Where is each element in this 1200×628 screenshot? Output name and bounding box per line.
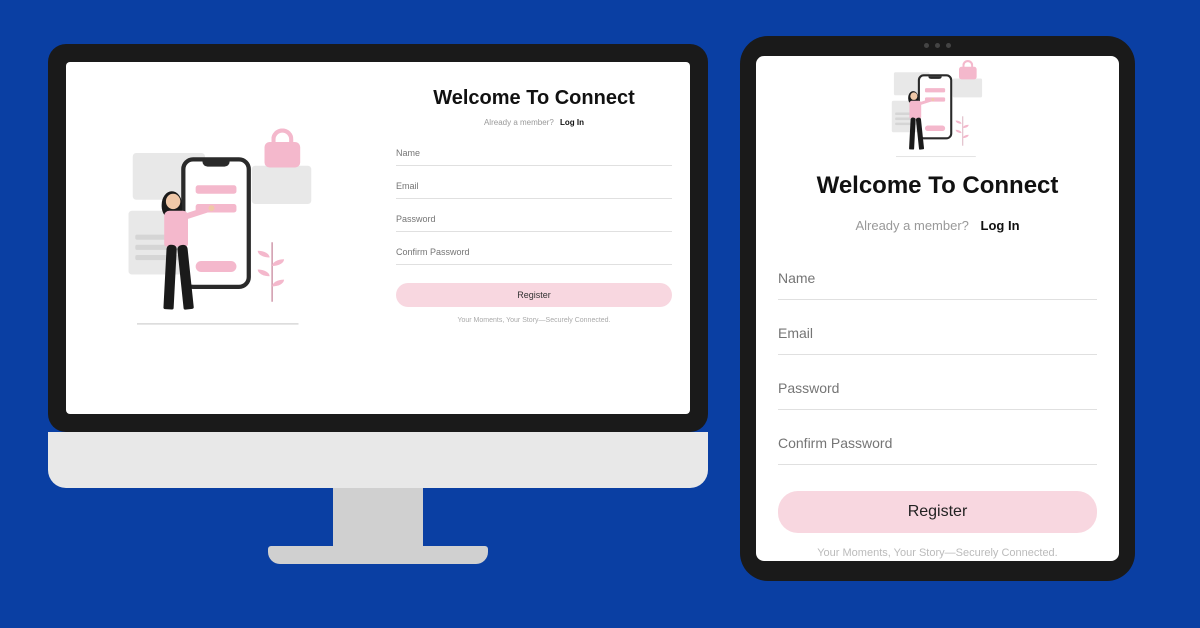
email-field[interactable] xyxy=(396,174,672,199)
monitor-foot xyxy=(268,546,488,564)
signup-illustration xyxy=(129,145,316,332)
login-link[interactable]: Log In xyxy=(560,118,584,127)
person-icon xyxy=(149,194,213,321)
desktop-mockup: Welcome To Connect Already a member? Log… xyxy=(48,44,708,564)
tagline: Your Moments, Your Story—Securely Connec… xyxy=(817,547,1058,559)
confirm-password-field[interactable] xyxy=(778,422,1097,465)
password-field[interactable] xyxy=(396,207,672,232)
tablet-mockup: Welcome To Connect Already a member? Log… xyxy=(740,36,1135,581)
member-prompt-text: Already a member? xyxy=(484,118,554,127)
monitor-neck xyxy=(333,488,423,546)
tablet-camera-icon xyxy=(918,43,958,49)
tagline: Your Moments, Your Story—Securely Connec… xyxy=(396,317,672,324)
page-title: Welcome To Connect xyxy=(396,87,672,110)
login-link[interactable]: Log In xyxy=(981,218,1020,233)
email-field[interactable] xyxy=(778,312,1097,355)
desktop-illustration-panel xyxy=(66,62,378,414)
register-button[interactable]: Register xyxy=(396,283,672,307)
confirm-password-field[interactable] xyxy=(396,240,672,265)
monitor-bezel: Welcome To Connect Already a member? Log… xyxy=(48,44,708,432)
name-field[interactable] xyxy=(396,141,672,166)
monitor-screen: Welcome To Connect Already a member? Log… xyxy=(66,62,690,414)
password-field[interactable] xyxy=(778,367,1097,410)
monitor-base xyxy=(48,432,708,488)
person-icon xyxy=(901,92,933,155)
leaf-icon xyxy=(954,116,969,145)
member-prompt-row: Already a member? Log In xyxy=(396,118,672,127)
lock-icon xyxy=(959,62,977,80)
signup-illustration-small xyxy=(891,68,983,110)
register-button[interactable]: Register xyxy=(778,491,1097,533)
page-title: Welcome To Connect xyxy=(817,172,1059,200)
member-prompt-row: Already a member? Log In xyxy=(855,218,1019,233)
name-field[interactable] xyxy=(778,257,1097,300)
member-prompt-text: Already a member? xyxy=(855,218,968,233)
desktop-form-panel: Welcome To Connect Already a member? Log… xyxy=(378,62,690,414)
lock-icon xyxy=(265,132,301,168)
leaf-icon xyxy=(256,242,286,302)
tablet-screen: Welcome To Connect Already a member? Log… xyxy=(756,56,1119,561)
